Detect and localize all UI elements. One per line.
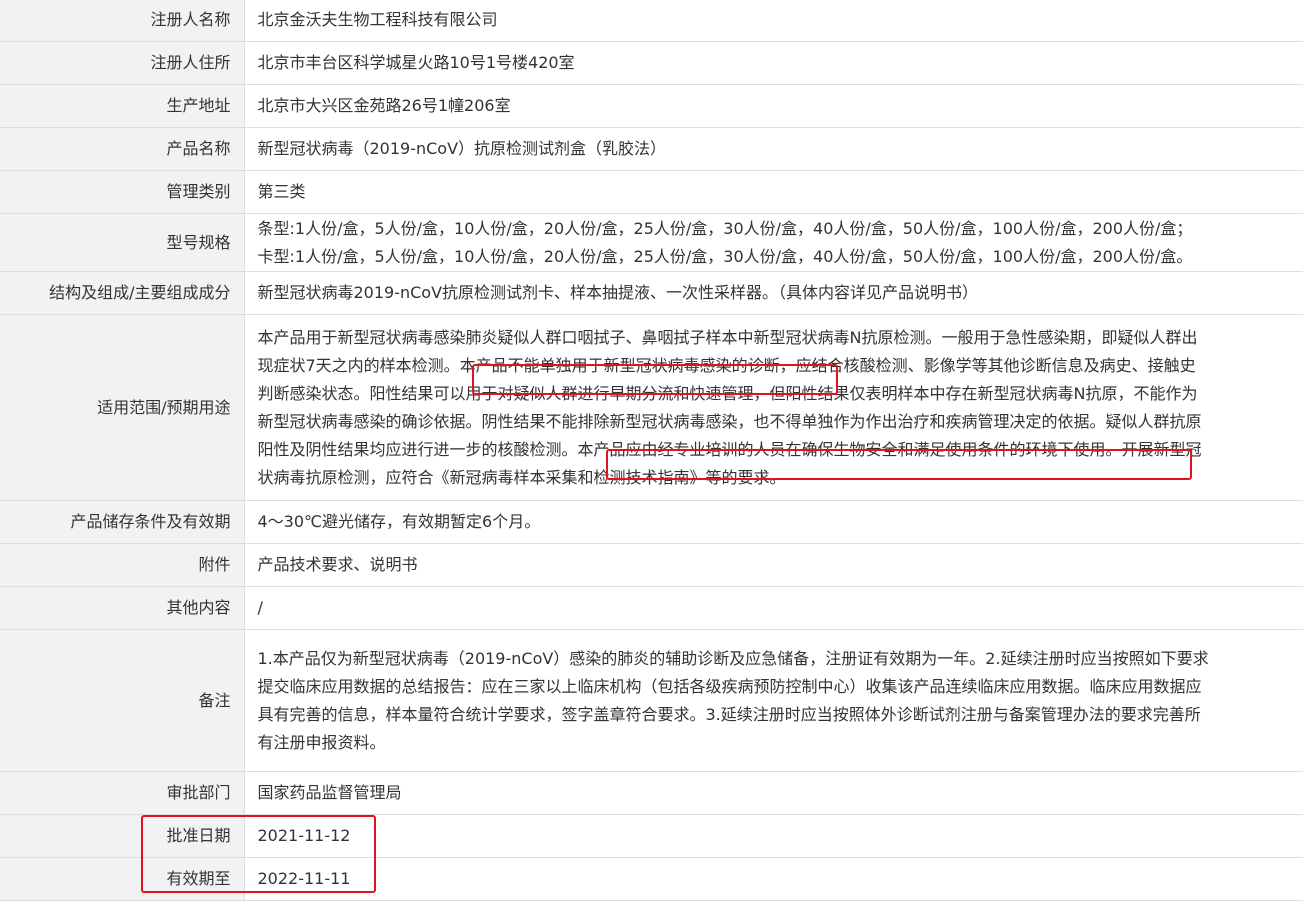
row-value: 2022-11-11 [244,857,1303,901]
table-row: 产品储存条件及有效期 4～30℃避光储存，有效期暂定6个月。 [0,500,1303,544]
value-line: 提交临床应用数据的总结报告：应在三家以上临床机构（包括各级疾病预防控制中心）收集… [257,676,1202,696]
row-label: 管理类别 [0,170,245,214]
highlight-box-diagnosis-warning [472,364,838,395]
highlight-box-dates [141,815,376,893]
row-label: 审批部门 [0,771,245,815]
row-value: 北京市丰台区科学城星火路10号1号楼420室 [244,41,1303,85]
table-row: 注册人名称 北京金沃夫生物工程科技有限公司 [0,0,1303,42]
row-value: 新型冠状病毒2019-nCoV抗原检测试剂卡、样本抽提液、一次性采样器。（具体内… [244,271,1303,315]
table-row: 注册人住所 北京市丰台区科学城星火路10号1号楼420室 [0,41,1303,85]
row-value: / [244,586,1303,630]
table-row: 型号规格 条型:1人份/盒，5人份/盒，10人份/盒，20人份/盒，25人份/盒… [0,213,1303,272]
row-value: 1.本产品仅为新型冠状病毒（2019-nCoV）感染的肺炎的辅助诊断及应急储备，… [244,629,1303,772]
row-label: 产品名称 [0,127,245,171]
value-line: 新型冠状病毒感染的确诊依据。阴性结果不能排除新型冠状病毒感染，也不得单独作为作出… [257,411,1202,431]
row-label: 注册人名称 [0,0,245,42]
table-row: 生产地址 北京市大兴区金苑路26号1幢206室 [0,84,1303,128]
row-label: 产品储存条件及有效期 [0,500,245,544]
row-value: 北京市大兴区金苑路26号1幢206室 [244,84,1303,128]
value-line: 本产品用于新型冠状病毒感染肺炎疑似人群口咽拭子、鼻咽拭子样本中新型冠状病毒N抗原… [257,327,1198,347]
row-label: 型号规格 [0,213,245,272]
row-label: 结构及组成/主要组成成分 [0,271,245,315]
value-line: 条型:1人份/盒，5人份/盒，10人份/盒，20人份/盒，25人份/盒，30人份… [257,218,1193,238]
row-value: 条型:1人份/盒，5人份/盒，10人份/盒，20人份/盒，25人份/盒，30人份… [244,213,1303,272]
value-line: 具有完善的信息，样本量符合统计学要求，签字盖章符合要求。3.延续注册时应当按照体… [257,704,1201,724]
row-value: 2021-11-12 [244,814,1303,858]
row-label: 附件 [0,543,245,587]
table-row: 备注 1.本产品仅为新型冠状病毒（2019-nCoV）感染的肺炎的辅助诊断及应急… [0,629,1303,772]
table-row: 审批部门 国家药品监督管理局 [0,771,1303,815]
row-label: 注册人住所 [0,41,245,85]
row-label: 其他内容 [0,586,245,630]
table-row: 管理类别 第三类 [0,170,1303,214]
row-value: 4～30℃避光储存，有效期暂定6个月。 [244,500,1303,544]
table-row: 结构及组成/主要组成成分 新型冠状病毒2019-nCoV抗原检测试剂卡、样本抽提… [0,271,1303,315]
table-row: 其他内容 / [0,586,1303,630]
table-row: 产品名称 新型冠状病毒（2019-nCoV）抗原检测试剂盒（乳胶法） [0,127,1303,171]
highlight-box-usage-condition [606,449,1192,480]
value-line: 卡型:1人份/盒，5人份/盒，10人份/盒，20人份/盒，25人份/盒，30人份… [257,246,1193,266]
value-line: 有注册申报资料。 [257,732,386,752]
row-label: 生产地址 [0,84,245,128]
row-value: 国家药品监督管理局 [244,771,1303,815]
row-label: 备注 [0,629,245,772]
value-line: 1.本产品仅为新型冠状病毒（2019-nCoV）感染的肺炎的辅助诊断及应急储备，… [257,648,1209,668]
row-value: 产品技术要求、说明书 [244,543,1303,587]
row-value: 新型冠状病毒（2019-nCoV）抗原检测试剂盒（乳胶法） [244,127,1303,171]
row-label: 适用范围/预期用途 [0,314,245,501]
table-row: 附件 产品技术要求、说明书 [0,543,1303,587]
row-value: 北京金沃夫生物工程科技有限公司 [244,0,1303,42]
row-value: 第三类 [244,170,1303,214]
